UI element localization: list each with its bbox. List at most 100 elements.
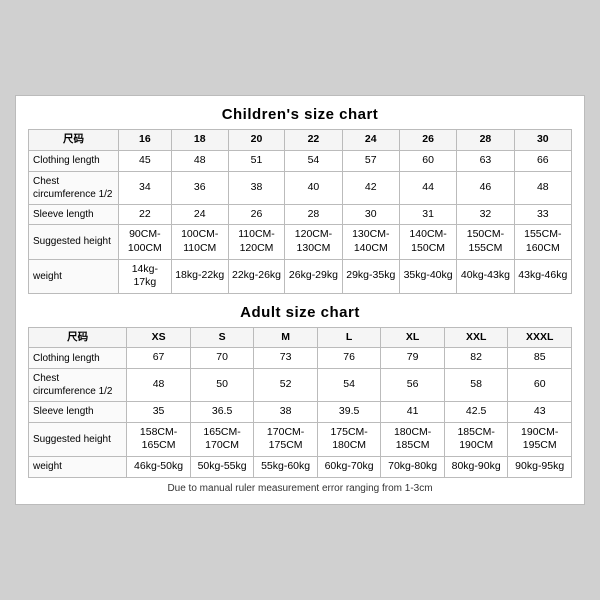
header-cell-6: XXL bbox=[444, 327, 508, 348]
cell-2-5: 42.5 bbox=[444, 402, 508, 423]
cell-4-1: 18kg-22kg bbox=[171, 259, 228, 293]
row-label-0: Clothing length bbox=[29, 348, 127, 369]
cell-3-6: 150CM-155CM bbox=[457, 225, 514, 259]
children-size-table: 尺码1618202224262830 Clothing length454851… bbox=[28, 129, 572, 293]
header-cell-7: XXXL bbox=[508, 327, 572, 348]
cell-2-6: 32 bbox=[457, 204, 514, 225]
header-cell-6: 26 bbox=[399, 130, 456, 151]
row-label-4: weight bbox=[29, 457, 127, 478]
cell-0-5: 60 bbox=[399, 150, 456, 171]
size-chart-container: Children's size chart 尺码1618202224262830… bbox=[15, 95, 585, 504]
cell-0-0: 67 bbox=[127, 348, 191, 369]
cell-1-1: 36 bbox=[171, 171, 228, 204]
header-cell-0: 尺码 bbox=[29, 327, 127, 348]
cell-3-1: 165CM-170CM bbox=[190, 422, 254, 456]
row-label-4: weight bbox=[29, 259, 119, 293]
cell-4-5: 35kg-40kg bbox=[399, 259, 456, 293]
cell-2-7: 33 bbox=[514, 204, 571, 225]
row-label-1: Chest circumference 1/2 bbox=[29, 171, 119, 204]
cell-1-4: 42 bbox=[342, 171, 399, 204]
cell-1-3: 40 bbox=[285, 171, 342, 204]
row-label-3: Suggested height bbox=[29, 422, 127, 456]
cell-1-7: 48 bbox=[514, 171, 571, 204]
cell-0-3: 76 bbox=[317, 348, 381, 369]
cell-0-7: 66 bbox=[514, 150, 571, 171]
header-cell-1: XS bbox=[127, 327, 191, 348]
cell-3-3: 175CM-180CM bbox=[317, 422, 381, 456]
cell-0-3: 54 bbox=[285, 150, 342, 171]
row-label-1: Chest circumference 1/2 bbox=[29, 369, 127, 402]
table-row: Chest circumference 1/23436384042444648 bbox=[29, 171, 572, 204]
table-row: Clothing length67707376798285 bbox=[29, 348, 572, 369]
cell-2-0: 35 bbox=[127, 402, 191, 423]
table-row: Suggested height158CM-165CM165CM-170CM17… bbox=[29, 422, 572, 456]
cell-3-7: 155CM-160CM bbox=[514, 225, 571, 259]
cell-2-0: 22 bbox=[118, 204, 171, 225]
header-cell-5: 24 bbox=[342, 130, 399, 151]
footnote: Due to manual ruler measurement error ra… bbox=[28, 483, 572, 494]
cell-0-2: 51 bbox=[228, 150, 285, 171]
cell-4-5: 80kg-90kg bbox=[444, 457, 508, 478]
cell-2-5: 31 bbox=[399, 204, 456, 225]
cell-3-4: 130CM-140CM bbox=[342, 225, 399, 259]
cell-4-1: 50kg-55kg bbox=[190, 457, 254, 478]
cell-2-4: 41 bbox=[381, 402, 445, 423]
cell-3-1: 100CM-110CM bbox=[171, 225, 228, 259]
adult-header-row: 尺码XSSMLXLXXLXXXL bbox=[29, 327, 572, 348]
cell-1-6: 46 bbox=[457, 171, 514, 204]
cell-4-4: 29kg-35kg bbox=[342, 259, 399, 293]
cell-0-6: 85 bbox=[508, 348, 572, 369]
adult-size-table: 尺码XSSMLXLXXLXXXL Clothing length67707376… bbox=[28, 327, 572, 478]
cell-4-2: 55kg-60kg bbox=[254, 457, 318, 478]
table-row: weight14kg-17kg18kg-22kg22kg-26kg26kg-29… bbox=[29, 259, 572, 293]
cell-2-4: 30 bbox=[342, 204, 399, 225]
table-row: Sleeve length2224262830313233 bbox=[29, 204, 572, 225]
cell-1-0: 48 bbox=[127, 369, 191, 402]
header-cell-1: 16 bbox=[118, 130, 171, 151]
header-cell-0: 尺码 bbox=[29, 130, 119, 151]
header-cell-4: 22 bbox=[285, 130, 342, 151]
row-label-2: Sleeve length bbox=[29, 204, 119, 225]
cell-2-1: 36.5 bbox=[190, 402, 254, 423]
cell-1-4: 56 bbox=[381, 369, 445, 402]
children-header-row: 尺码1618202224262830 bbox=[29, 130, 572, 151]
table-row: Chest circumference 1/248505254565860 bbox=[29, 369, 572, 402]
cell-4-7: 43kg-46kg bbox=[514, 259, 571, 293]
cell-1-5: 58 bbox=[444, 369, 508, 402]
cell-1-6: 60 bbox=[508, 369, 572, 402]
cell-2-3: 28 bbox=[285, 204, 342, 225]
cell-4-4: 70kg-80kg bbox=[381, 457, 445, 478]
table-row: Clothing length4548515457606366 bbox=[29, 150, 572, 171]
table-row: Suggested height90CM-100CM100CM-110CM110… bbox=[29, 225, 572, 259]
row-label-3: Suggested height bbox=[29, 225, 119, 259]
cell-2-3: 39.5 bbox=[317, 402, 381, 423]
cell-0-2: 73 bbox=[254, 348, 318, 369]
cell-0-0: 45 bbox=[118, 150, 171, 171]
cell-0-5: 82 bbox=[444, 348, 508, 369]
cell-4-0: 14kg-17kg bbox=[118, 259, 171, 293]
cell-2-1: 24 bbox=[171, 204, 228, 225]
cell-0-4: 57 bbox=[342, 150, 399, 171]
cell-1-2: 52 bbox=[254, 369, 318, 402]
cell-4-0: 46kg-50kg bbox=[127, 457, 191, 478]
cell-4-2: 22kg-26kg bbox=[228, 259, 285, 293]
header-cell-3: M bbox=[254, 327, 318, 348]
cell-0-1: 70 bbox=[190, 348, 254, 369]
header-cell-2: S bbox=[190, 327, 254, 348]
cell-4-6: 90kg-95kg bbox=[508, 457, 572, 478]
cell-3-2: 110CM-120CM bbox=[228, 225, 285, 259]
cell-2-2: 38 bbox=[254, 402, 318, 423]
row-label-0: Clothing length bbox=[29, 150, 119, 171]
cell-4-6: 40kg-43kg bbox=[457, 259, 514, 293]
cell-3-0: 158CM-165CM bbox=[127, 422, 191, 456]
cell-0-4: 79 bbox=[381, 348, 445, 369]
header-cell-3: 20 bbox=[228, 130, 285, 151]
cell-3-2: 170CM-175CM bbox=[254, 422, 318, 456]
header-cell-7: 28 bbox=[457, 130, 514, 151]
adult-chart-title: Adult size chart bbox=[28, 304, 572, 321]
cell-3-5: 140CM-150CM bbox=[399, 225, 456, 259]
row-label-2: Sleeve length bbox=[29, 402, 127, 423]
header-cell-8: 30 bbox=[514, 130, 571, 151]
cell-4-3: 26kg-29kg bbox=[285, 259, 342, 293]
cell-4-3: 60kg-70kg bbox=[317, 457, 381, 478]
